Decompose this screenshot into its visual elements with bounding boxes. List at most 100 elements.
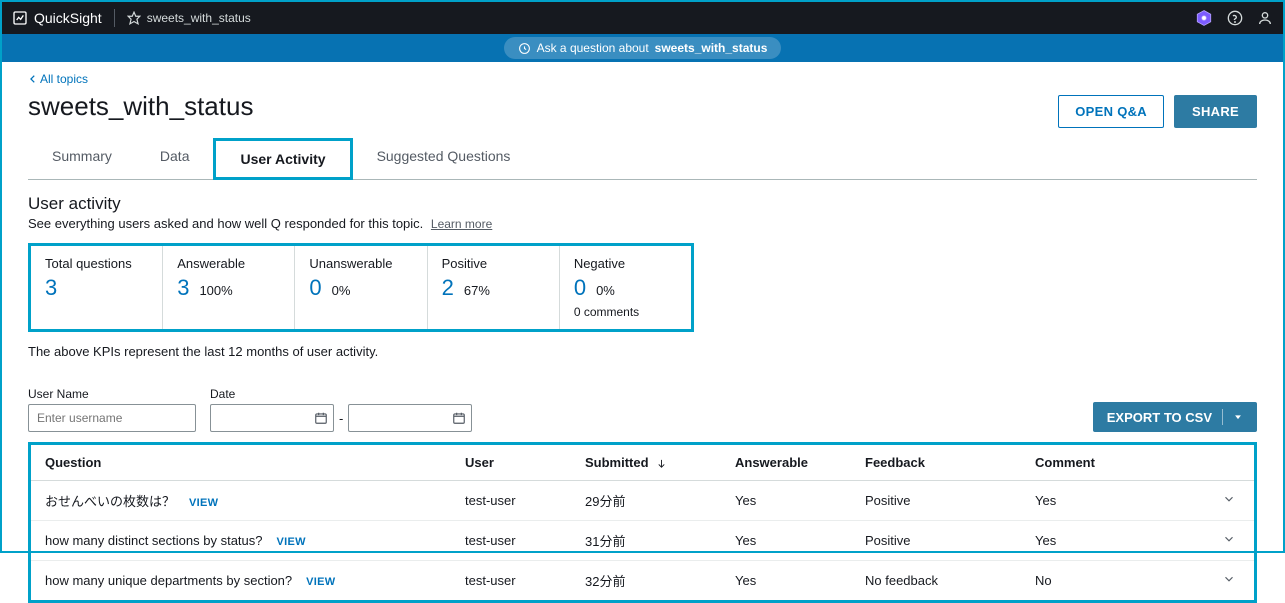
topbar-divider [114,9,115,27]
chevron-left-icon [28,74,38,84]
question-text: how many distinct sections by status? [45,533,263,548]
topic-breadcrumb[interactable]: sweets_with_status [127,11,251,25]
cell-question: おせんべいの枚数は？ VIEW [31,481,451,521]
chevron-down-icon [1222,572,1236,586]
kpi-negative-value: 0 [574,275,586,301]
topbar: QuickSight sweets_with_status [2,2,1283,34]
ask-topic: sweets_with_status [655,41,768,55]
export-csv-label: EXPORT TO CSV [1107,410,1212,425]
open-qa-button[interactable]: OPEN Q&A [1058,95,1164,128]
calendar-icon [452,411,466,425]
header-answerable[interactable]: Answerable [721,445,851,481]
tab-user-activity[interactable]: User Activity [213,138,352,180]
back-link-label: All topics [40,72,88,86]
share-button[interactable]: SHARE [1174,95,1257,128]
user-icon[interactable] [1257,10,1273,26]
panel-subtitle-text: See everything users asked and how well … [28,216,423,231]
ask-pill[interactable]: Ask a question about sweets_with_status [504,37,782,59]
kpi-negative-label: Negative [574,256,677,271]
header-submitted[interactable]: Submitted [571,445,721,481]
header-comment[interactable]: Comment [1021,445,1174,481]
cell-comment: Yes [1021,481,1174,521]
question-text: how many unique departments by section? [45,573,292,588]
table-row: how many distinct sections by status? VIE… [31,521,1254,561]
cell-submitted: 31分前 [571,521,721,561]
tab-data[interactable]: Data [136,138,214,179]
caret-down-icon [1233,412,1243,422]
username-input[interactable] [28,404,196,432]
header-user[interactable]: User [451,445,571,481]
cell-expand[interactable] [1174,561,1254,601]
cell-comment: Yes [1021,521,1174,561]
tabs: Summary Data User Activity Suggested Que… [28,138,1257,180]
kpi-unanswerable: Unanswerable 0 0% [295,246,427,329]
help-icon[interactable] [1227,10,1243,26]
star-icon [127,11,141,25]
kpi-total: Total questions 3 [31,246,163,329]
export-csv-button[interactable]: EXPORT TO CSV [1093,402,1257,432]
cell-question: how many unique departments by section? V… [31,561,451,601]
kpi-unanswerable-pct: 0% [332,283,351,298]
topic-name: sweets_with_status [147,11,251,25]
kpi-answerable-pct: 100% [199,283,232,298]
learn-more-link[interactable]: Learn more [431,217,492,231]
activity-table: Question User Submitted Answerable Feedb… [31,445,1254,600]
header-question[interactable]: Question [31,445,451,481]
kpi-positive: Positive 2 67% [428,246,560,329]
date-label: Date [210,387,472,401]
view-link[interactable]: VIEW [277,536,306,548]
view-link[interactable]: VIEW [306,576,335,588]
kpi-positive-value: 2 [442,275,454,301]
kpi-negative-extra: 0 comments [574,305,677,319]
panel-title: User activity [28,194,1257,214]
kpi-unanswerable-value: 0 [309,275,321,301]
tab-suggested[interactable]: Suggested Questions [353,138,535,179]
quicksight-logo-icon [12,10,28,26]
cell-expand[interactable] [1174,481,1254,521]
cell-comment: No [1021,561,1174,601]
cell-answerable: Yes [721,521,851,561]
tab-summary[interactable]: Summary [28,138,136,179]
cell-question: how many distinct sections by status? VIE… [31,521,451,561]
header-submitted-label: Submitted [585,455,649,470]
question-text: おせんべいの枚数は？ [45,494,175,509]
chevron-down-icon [1222,492,1236,506]
kpi-positive-label: Positive [442,256,545,271]
table-row: how many unique departments by section? V… [31,561,1254,601]
table-row: おせんべいの枚数は？VIEWtest-user29分前YesPositiveYe… [31,481,1254,521]
header-feedback[interactable]: Feedback [851,445,1021,481]
view-link[interactable]: VIEW [189,497,218,509]
calendar-icon [314,411,328,425]
cell-submitted: 32分前 [571,561,721,601]
kpi-answerable-label: Answerable [177,256,280,271]
kpi-total-value: 3 [45,275,57,301]
cell-feedback: Positive [851,481,1021,521]
username-label: User Name [28,387,196,401]
cell-expand[interactable] [1174,521,1254,561]
cell-answerable: Yes [721,481,851,521]
back-link[interactable]: All topics [28,72,88,86]
service-badge-icon[interactable] [1195,9,1213,27]
cell-submitted: 29分前 [571,481,721,521]
q-icon [518,42,531,55]
product-name: QuickSight [34,10,102,26]
header-expand [1174,445,1254,481]
cell-user: test-user [451,561,571,601]
kpi-row: Total questions 3 Answerable 3 100% Unan… [28,243,694,332]
cell-user: test-user [451,481,571,521]
cell-user: test-user [451,521,571,561]
kpi-total-label: Total questions [45,256,148,271]
date-separator: - [339,411,343,426]
product-logo[interactable]: QuickSight [12,10,102,26]
kpi-negative: Negative 0 0% 0 comments [560,246,691,329]
cell-feedback: No feedback [851,561,1021,601]
kpi-note: The above KPIs represent the last 12 mon… [28,344,1257,359]
activity-table-wrap: Question User Submitted Answerable Feedb… [28,442,1257,603]
export-divider [1222,409,1223,425]
kpi-unanswerable-label: Unanswerable [309,256,412,271]
panel-subtitle: See everything users asked and how well … [28,216,1257,231]
cell-feedback: Positive [851,521,1021,561]
kpi-answerable: Answerable 3 100% [163,246,295,329]
kpi-negative-pct: 0% [596,283,615,298]
ask-banner: Ask a question about sweets_with_status [2,34,1283,62]
